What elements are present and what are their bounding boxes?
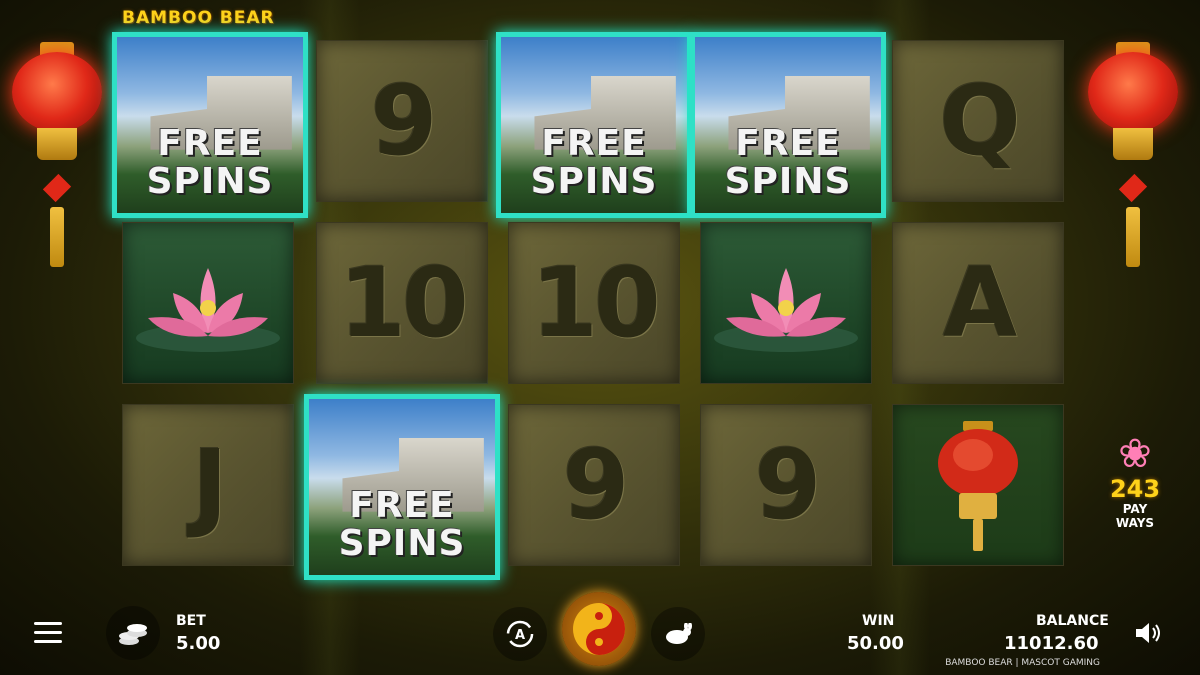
payways-label: WAYS (1115, 516, 1155, 530)
free-spins-text: FREE (157, 123, 263, 164)
balance-label: BALANCE (1036, 613, 1109, 629)
lotus-icon: ❀ (1118, 431, 1152, 477)
reel-1-row-1-free-spins: FREE SPINS (112, 32, 308, 218)
symbol-a: A (942, 247, 1017, 359)
win-value: 50.00 (847, 633, 904, 654)
reel-5-row-3-lantern (892, 404, 1064, 566)
sound-button[interactable] (1130, 618, 1166, 648)
balance-value: 11012.60 (1004, 633, 1099, 654)
symbol-9: 9 (562, 429, 630, 541)
lotus-icon (714, 268, 858, 352)
game-title: BAMBOO BEAR (122, 8, 275, 28)
free-spins-text: FREE (349, 485, 455, 526)
autoplay-icon: A (506, 620, 534, 648)
reel-3-row-2: 10 (508, 222, 680, 384)
coins-icon (119, 624, 147, 645)
free-spins-text: FREE (735, 123, 841, 164)
reel-4-row-2-lotus (700, 222, 872, 384)
reel-5-row-1: Q (892, 40, 1064, 202)
reel-2-row-3-free-spins: FREE SPINS (304, 394, 500, 580)
symbol-j: J (192, 429, 228, 541)
left-lantern-decoration (12, 42, 102, 282)
menu-button[interactable] (34, 622, 62, 644)
speaker-icon (1136, 623, 1160, 643)
bet-value: 5.00 (176, 633, 221, 654)
symbol-q: Q (939, 65, 1021, 177)
rabbit-icon (666, 623, 692, 644)
symbol-10: 10 (339, 247, 469, 359)
reel-1-row-3: J (122, 404, 294, 566)
autoplay-button[interactable]: A (493, 607, 547, 661)
reel-2-row-1: 9 (316, 40, 488, 202)
right-lantern-decoration (1088, 42, 1178, 282)
turbo-button[interactable] (651, 607, 705, 661)
free-spins-text: FREE (541, 123, 647, 164)
reel-3-row-1-free-spins: FREE SPINS (496, 32, 692, 218)
bet-coins-button[interactable] (106, 606, 160, 660)
reel-1-row-2-lotus (122, 222, 294, 384)
svg-text:A: A (515, 628, 525, 643)
symbol-10: 10 (531, 247, 661, 359)
free-spins-text: SPINS (146, 161, 274, 202)
reel-3-row-3: 9 (508, 404, 680, 566)
spin-button[interactable] (562, 592, 636, 666)
win-label: WIN (862, 613, 895, 629)
payways-indicator: ❀ 243 PAY WAYS (1100, 432, 1170, 530)
payways-number: 243 (1109, 475, 1161, 503)
free-spins-text: SPINS (338, 523, 466, 564)
symbol-9: 9 (754, 429, 822, 541)
reel-4-row-1-free-spins: FREE SPINS (690, 32, 886, 218)
reel-4-row-3: 9 (700, 404, 872, 566)
free-spins-text: SPINS (724, 161, 852, 202)
lantern-icon (938, 421, 1018, 551)
bet-label: BET (176, 613, 206, 629)
game-footer: BAMBOO BEAR | MASCOT GAMING (945, 658, 1100, 668)
yin-yang-spin-icon (573, 603, 625, 655)
reel-5-row-2: A (892, 222, 1064, 384)
reel-2-row-2: 10 (316, 222, 488, 384)
free-spins-text: SPINS (530, 161, 658, 202)
payways-label: PAY (1122, 502, 1148, 516)
lotus-icon (136, 268, 280, 352)
symbol-9: 9 (370, 65, 438, 177)
